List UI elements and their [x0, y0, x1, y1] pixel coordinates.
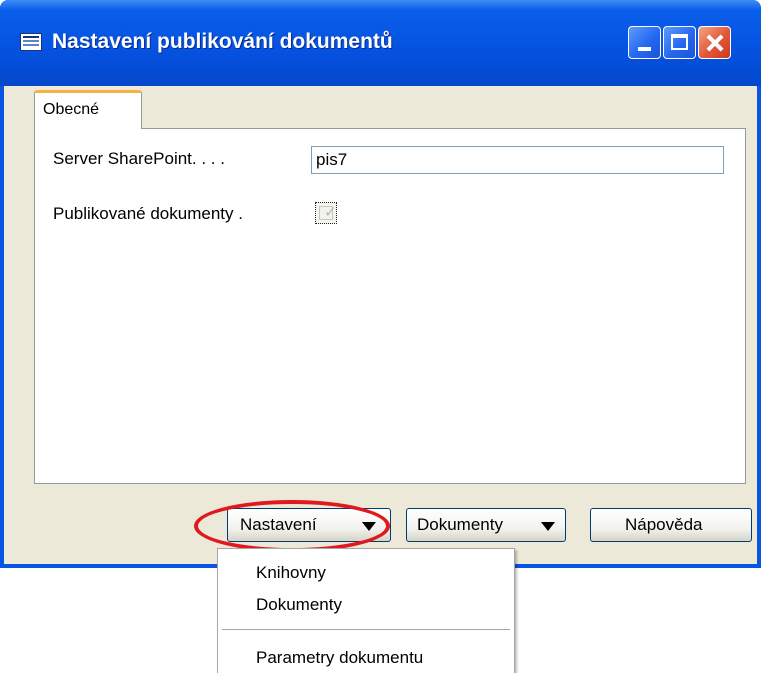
published-documents-checkbox[interactable]: ✓: [315, 202, 337, 224]
highlight-annotation: [194, 500, 390, 552]
tab-panel: Server SharePoint. . . . Publikované dok…: [34, 128, 746, 484]
title-bar[interactable]: Nastavení publikování dokumentů: [0, 0, 761, 86]
checkbox-box: ✓: [319, 204, 337, 221]
napoveda-label: Nápověda: [625, 515, 703, 534]
dropdown-arrow-icon: [541, 522, 555, 531]
form-icon: [20, 33, 42, 51]
minimize-button[interactable]: [628, 26, 661, 59]
window-client-area: Obecné Server SharePoint. . . . Publikov…: [4, 86, 757, 564]
napoveda-button[interactable]: Nápověda: [590, 508, 752, 542]
menu-item-dokumenty[interactable]: Dokumenty: [256, 595, 342, 615]
server-sharepoint-label: Server SharePoint. . . .: [53, 149, 225, 168]
tab-obecne[interactable]: Obecné: [34, 90, 142, 129]
close-button[interactable]: [698, 26, 731, 59]
published-documents-label: Publikované dokumenty .: [53, 204, 243, 223]
dokumenty-menu-button[interactable]: Dokumenty: [406, 508, 566, 542]
menu-item-parametry-dokumentu[interactable]: Parametry dokumentu: [256, 648, 423, 668]
maximize-button[interactable]: [663, 26, 696, 59]
window-title: Nastavení publikování dokumentů: [52, 30, 393, 53]
app-window: Nastavení publikování dokumentů Obecné S…: [0, 0, 761, 568]
nastaveni-dropdown-menu: Knihovny Dokumenty Parametry dokumentu: [217, 548, 515, 673]
check-icon: ✓: [324, 204, 337, 221]
menu-separator: [222, 629, 510, 630]
tab-label: Obecné: [43, 101, 100, 118]
dokumenty-label: Dokumenty: [417, 515, 503, 534]
server-sharepoint-input[interactable]: [311, 146, 724, 174]
menu-item-knihovny[interactable]: Knihovny: [256, 563, 326, 583]
